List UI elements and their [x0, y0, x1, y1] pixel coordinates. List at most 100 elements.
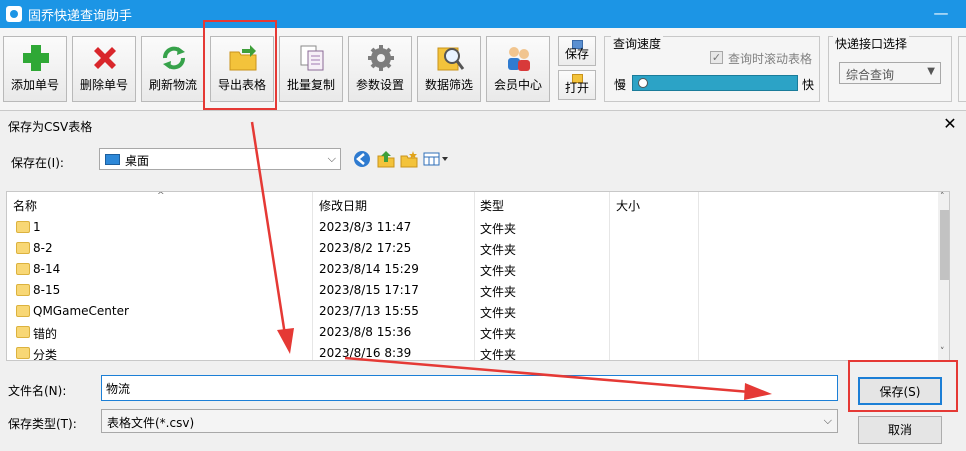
copy-icon: [300, 45, 324, 71]
scroll-down-icon[interactable]: ˅: [940, 347, 945, 357]
cancel-button[interactable]: 取消: [858, 416, 942, 444]
file-type: 文件夹: [480, 285, 517, 299]
app-logo-icon: [6, 6, 22, 22]
open-small-label: 打开: [564, 81, 589, 95]
file-row[interactable]: 8-14 2023/8/14 15:29 文件夹: [7, 259, 935, 280]
delete-number-label: 删除单号: [79, 78, 128, 92]
column-header-date[interactable]: 修改日期: [319, 197, 367, 214]
file-date: 2023/8/3 11:47: [319, 220, 412, 234]
column-header-type[interactable]: 类型: [480, 197, 504, 214]
file-row[interactable]: 分类 2023/8/16 8:39 文件夹: [7, 343, 935, 361]
file-name: 错的: [33, 327, 58, 341]
file-type: 文件夹: [480, 327, 517, 341]
batch-copy-label: 批量复制: [286, 78, 335, 92]
file-date: 2023/7/13 15:55: [319, 304, 419, 318]
slow-label: 慢: [614, 78, 627, 92]
file-name: 8-14: [33, 262, 61, 276]
desktop-icon: [105, 154, 120, 165]
refresh-logistics-label: 刷新物流: [148, 78, 197, 92]
refresh-logistics-button[interactable]: 刷新物流: [141, 36, 205, 102]
save-in-value: 桌面: [125, 154, 150, 168]
scroll-table-label: 查询时滚动表格: [728, 52, 813, 66]
speed-slider-thumb[interactable]: [638, 78, 648, 88]
chevron-down-icon: ▼: [927, 66, 935, 77]
courier-api-title: 快递接口选择: [833, 35, 910, 52]
delete-icon: [94, 47, 116, 69]
query-speed-title: 查询速度: [611, 35, 664, 52]
fast-label: 快: [802, 78, 815, 92]
file-type: 文件夹: [480, 348, 517, 361]
export-highlight-box: [203, 20, 277, 110]
filetype-label: 保存类型(T):: [8, 417, 77, 431]
file-date: 2023/8/2 17:25: [319, 241, 412, 255]
folder-icon: [16, 221, 30, 233]
file-row[interactable]: 1 2023/8/3 11:47 文件夹: [7, 217, 935, 238]
batch-copy-button[interactable]: 批量复制: [279, 36, 343, 102]
speed-slider[interactable]: [632, 75, 798, 91]
folder-icon: [16, 263, 30, 275]
filter-search-icon: [437, 47, 465, 71]
settings-button[interactable]: 参数设置: [348, 36, 412, 102]
window-title: 固乔快递查询助手: [28, 9, 133, 24]
file-date: 2023/8/15 17:17: [319, 283, 419, 297]
folder-icon: [16, 347, 30, 359]
sort-ascending-icon: ^: [157, 191, 165, 201]
folder-icon: [16, 242, 30, 254]
back-icon[interactable]: [352, 149, 372, 169]
add-number-label: 添加单号: [10, 78, 59, 92]
file-row[interactable]: QMGameCenter 2023/7/13 15:55 文件夹: [7, 301, 935, 322]
file-type: 文件夹: [480, 306, 517, 320]
file-type: 文件夹: [480, 222, 517, 236]
vertical-scrollbar[interactable]: ˄ ˅: [938, 192, 949, 360]
title-bar: 固乔快递查询助手 —: [0, 0, 966, 28]
filename-input[interactable]: [101, 375, 838, 401]
filetype-select[interactable]: 表格文件(*.csv) ⌵: [101, 409, 838, 433]
file-type: 文件夹: [480, 243, 517, 257]
file-name: 1: [33, 220, 41, 234]
save-small-button[interactable]: 保存: [558, 36, 596, 66]
minimize-button[interactable]: —: [926, 4, 956, 24]
scroll-table-checkbox[interactable]: ✓: [710, 51, 723, 64]
gear-icon: [368, 45, 394, 71]
member-center-button[interactable]: 会员中心: [486, 36, 550, 102]
file-row[interactable]: 8-15 2023/8/15 17:17 文件夹: [7, 280, 935, 301]
file-name: 8-15: [33, 283, 61, 297]
add-number-button[interactable]: 添加单号: [3, 36, 67, 102]
column-header-size[interactable]: 大小: [616, 197, 640, 214]
close-icon[interactable]: ✕: [940, 114, 960, 134]
save-highlight-box: [848, 360, 958, 412]
save-csv-dialog: 保存为CSV表格 ✕ 保存在(I): 桌面 ⌵ ^ 名称 修改日期 类型 大小 …: [0, 110, 966, 451]
file-row[interactable]: 8-2 2023/8/2 17:25 文件夹: [7, 238, 935, 259]
column-header-name[interactable]: 名称: [13, 197, 37, 214]
file-row[interactable]: 错的 2023/8/8 15:36 文件夹: [7, 322, 935, 343]
delete-number-button[interactable]: 删除单号: [72, 36, 136, 102]
filetype-value: 表格文件(*.csv): [107, 416, 195, 430]
query-speed-group: 查询速度 ✓ 查询时滚动表格 慢 快: [604, 35, 820, 102]
file-name: 分类: [33, 348, 58, 361]
data-filter-label: 数据筛选: [424, 78, 473, 92]
up-folder-icon[interactable]: [376, 149, 396, 169]
new-folder-icon[interactable]: [399, 149, 419, 169]
data-filter-button[interactable]: 数据筛选: [417, 36, 481, 102]
toolbar: 添加单号 删除单号 刷新物流 导出表格 批量复制 参数设置 数据筛选 会员中心 …: [0, 28, 966, 111]
scrollbar-thumb[interactable]: [940, 210, 949, 280]
courier-api-select[interactable]: 综合查询 ▼: [839, 62, 941, 84]
save-in-select[interactable]: 桌面 ⌵: [99, 148, 341, 170]
file-list[interactable]: ^ 名称 修改日期 类型 大小 1 2023/8/3 11:47 文件夹 8-2 202…: [6, 191, 950, 361]
users-icon: [508, 47, 530, 71]
scroll-up-icon[interactable]: ˄: [940, 192, 945, 202]
view-menu-icon[interactable]: [422, 149, 450, 169]
courier-api-group: 快递接口选择 综合查询 ▼: [828, 35, 952, 102]
file-date: 2023/8/16 8:39: [319, 346, 412, 360]
dialog-title: 保存为CSV表格: [8, 120, 93, 134]
chevron-down-icon: ⌵: [823, 414, 832, 427]
save-small-label: 保存: [564, 47, 589, 61]
add-icon: [23, 45, 49, 71]
member-center-label: 会员中心: [493, 78, 542, 92]
open-small-button[interactable]: 打开: [558, 70, 596, 100]
toolbar-extra-panel: [958, 36, 966, 102]
folder-icon: [16, 326, 30, 338]
file-name: QMGameCenter: [33, 304, 129, 318]
folder-icon: [16, 305, 30, 317]
folder-icon: [16, 284, 30, 296]
